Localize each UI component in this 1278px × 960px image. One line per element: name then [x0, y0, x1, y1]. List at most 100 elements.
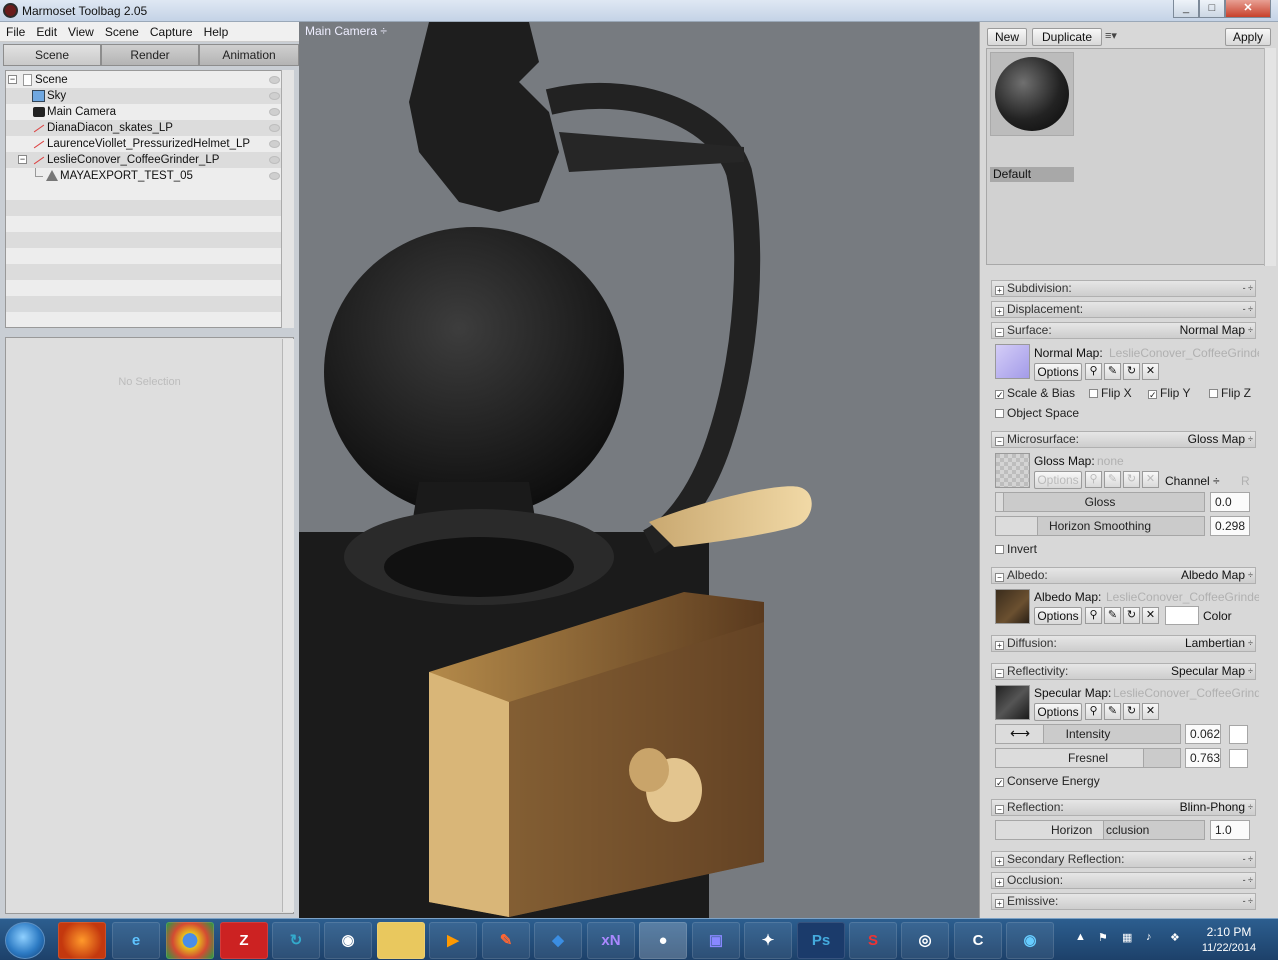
- reflection-mode-select[interactable]: Blinn-Phong: [1180, 800, 1245, 815]
- chrome-icon[interactable]: [166, 922, 214, 959]
- menu-capture[interactable]: Capture: [144, 22, 198, 39]
- folder-icon[interactable]: [377, 922, 425, 959]
- visibility-eye-icon[interactable]: [269, 172, 280, 180]
- slider-knob[interactable]: [996, 517, 1038, 535]
- minimize-button[interactable]: _: [1173, 0, 1199, 18]
- sync-icon[interactable]: ↻: [272, 922, 320, 959]
- tree-item-sky[interactable]: Sky: [6, 88, 282, 104]
- dropdown-spinner-icon[interactable]: - ÷: [1243, 281, 1253, 296]
- horizon-occlusion-slider[interactable]: Horizon cclusion: [995, 820, 1205, 840]
- gloss-value-field[interactable]: 0.0: [1210, 492, 1250, 512]
- camera-selector[interactable]: Main Camera ÷: [305, 24, 387, 38]
- dropbox-tray-icon[interactable]: ❖: [1170, 931, 1180, 944]
- unity-icon[interactable]: ◎: [901, 922, 949, 959]
- tab-scene[interactable]: Scene: [3, 44, 101, 66]
- dropdown-spinner-icon[interactable]: - ÷: [1243, 852, 1253, 867]
- clock-time[interactable]: 2:10 PM: [1199, 925, 1259, 939]
- refresh-icon[interactable]: ↻: [1123, 471, 1140, 488]
- expand-icon[interactable]: +: [995, 286, 1004, 295]
- dropdown-spinner-icon[interactable]: ÷: [1248, 636, 1253, 651]
- camera-app-icon[interactable]: ◉: [1006, 922, 1054, 959]
- section-displacement[interactable]: + Displacement: - ÷: [991, 301, 1256, 318]
- dropdown-spinner-icon[interactable]: - ÷: [1243, 894, 1253, 909]
- tree-scrollbar[interactable]: [281, 70, 294, 328]
- conserve-energy-checkbox[interactable]: ✓ Conserve Energy: [995, 774, 1100, 788]
- collapse-icon[interactable]: −: [995, 437, 1004, 446]
- dropbox-icon[interactable]: ◆: [534, 922, 582, 959]
- channel-value[interactable]: R: [1241, 474, 1250, 488]
- specular-map-options-button[interactable]: Options: [1034, 703, 1082, 721]
- marmoset-taskbar-icon[interactable]: ●: [639, 922, 687, 959]
- diffusion-mode-select[interactable]: Lambertian: [1185, 636, 1245, 651]
- refresh-icon[interactable]: ↻: [1123, 363, 1140, 380]
- section-surface[interactable]: − Surface: Normal Map ÷: [991, 322, 1256, 339]
- tree-item-mesh[interactable]: DianaDiacon_skates_LP: [6, 120, 282, 136]
- paint-icon[interactable]: ✎: [482, 922, 530, 959]
- intensity-color-swatch[interactable]: [1229, 725, 1248, 744]
- visibility-eye-icon[interactable]: [269, 108, 280, 116]
- normal-map-options-button[interactable]: Options: [1034, 363, 1082, 381]
- search-icon[interactable]: ⚲: [1085, 607, 1102, 624]
- clear-icon[interactable]: ✕: [1142, 607, 1159, 624]
- menu-file[interactable]: File: [0, 22, 30, 39]
- collapse-icon[interactable]: −: [995, 669, 1004, 678]
- firefox-icon[interactable]: [58, 922, 106, 959]
- section-microsurface[interactable]: − Microsurface: Gloss Map ÷: [991, 431, 1256, 448]
- scale-bias-checkbox[interactable]: ✓ Scale & Bias: [995, 386, 1075, 400]
- tree-item-scene[interactable]: − Scene: [6, 72, 282, 88]
- viewport[interactable]: Main Camera ÷: [299, 22, 979, 918]
- clock-date[interactable]: 11/22/2014: [1199, 942, 1259, 954]
- substance-icon[interactable]: S: [849, 922, 897, 959]
- flip-x-checkbox[interactable]: Flip X: [1089, 386, 1132, 400]
- pencil-icon[interactable]: ✎: [1104, 703, 1121, 720]
- dropdown-spinner-icon[interactable]: - ÷: [1243, 873, 1253, 888]
- pencil-icon[interactable]: ✎: [1104, 607, 1121, 624]
- search-icon[interactable]: ⚲: [1085, 703, 1102, 720]
- search-icon[interactable]: ⚲: [1085, 471, 1102, 488]
- tree-item-submesh[interactable]: MAYAEXPORT_TEST_05: [6, 168, 282, 184]
- collapse-icon[interactable]: −: [18, 155, 27, 164]
- menu-view[interactable]: View: [62, 22, 99, 39]
- photoshop-icon[interactable]: Ps: [797, 922, 845, 959]
- albedo-mode-select[interactable]: Albedo Map: [1181, 568, 1245, 583]
- visibility-eye-icon[interactable]: [269, 140, 280, 148]
- visibility-eye-icon[interactable]: [269, 156, 280, 164]
- flag-icon[interactable]: ⚑: [1098, 931, 1108, 944]
- albedo-map-options-button[interactable]: Options: [1034, 607, 1082, 625]
- volume-icon[interactable]: ♪: [1146, 931, 1152, 943]
- albedo-color-swatch[interactable]: [1165, 606, 1199, 625]
- section-albedo[interactable]: − Albedo: Albedo Map ÷: [991, 567, 1256, 584]
- tree-item-mesh[interactable]: LaurenceViollet_PressurizedHelmet_LP: [6, 136, 282, 152]
- gloss-map-thumbnail[interactable]: [995, 453, 1030, 488]
- section-secondary-reflection[interactable]: + Secondary Reflection: - ÷: [991, 851, 1256, 868]
- tray-expand-icon[interactable]: ▲: [1075, 931, 1086, 943]
- close-button[interactable]: ✕: [1225, 0, 1271, 18]
- gloss-map-options-button[interactable]: Options: [1034, 471, 1082, 489]
- dropdown-spinner-icon[interactable]: ÷: [1248, 800, 1253, 815]
- search-icon[interactable]: ⚲: [1085, 363, 1102, 380]
- microsurface-mode-select[interactable]: Gloss Map: [1188, 432, 1245, 447]
- section-emissive[interactable]: + Emissive: - ÷: [991, 893, 1256, 910]
- albedo-map-thumbnail[interactable]: [995, 589, 1030, 624]
- dropdown-spinner-icon[interactable]: ÷: [1248, 568, 1253, 583]
- visibility-eye-icon[interactable]: [269, 76, 280, 84]
- material-menu-icon[interactable]: ≡▾: [1105, 29, 1117, 42]
- refresh-icon[interactable]: ↻: [1123, 607, 1140, 624]
- intensity-value-field[interactable]: 0.062: [1185, 724, 1221, 744]
- pencil-icon[interactable]: ✎: [1104, 363, 1121, 380]
- section-occlusion[interactable]: + Occlusion: - ÷: [991, 872, 1256, 889]
- object-space-checkbox[interactable]: Object Space: [995, 406, 1079, 420]
- expand-icon[interactable]: +: [995, 899, 1004, 908]
- expand-icon[interactable]: +: [995, 857, 1004, 866]
- horizon-smoothing-slider[interactable]: Horizon Smoothing: [995, 516, 1205, 536]
- visibility-eye-icon[interactable]: [269, 92, 280, 100]
- specular-map-thumbnail[interactable]: [995, 685, 1030, 720]
- collapse-icon[interactable]: −: [995, 328, 1004, 337]
- horizon-occlusion-value-field[interactable]: 1.0: [1210, 820, 1250, 840]
- pencil-icon[interactable]: ✎: [1104, 471, 1121, 488]
- gloss-slider[interactable]: Gloss: [995, 492, 1205, 512]
- horizon-smoothing-value-field[interactable]: 0.298: [1210, 516, 1250, 536]
- menu-help[interactable]: Help: [198, 22, 234, 39]
- xn-icon[interactable]: xN: [587, 922, 635, 959]
- dropdown-spinner-icon[interactable]: - ÷: [1243, 302, 1253, 317]
